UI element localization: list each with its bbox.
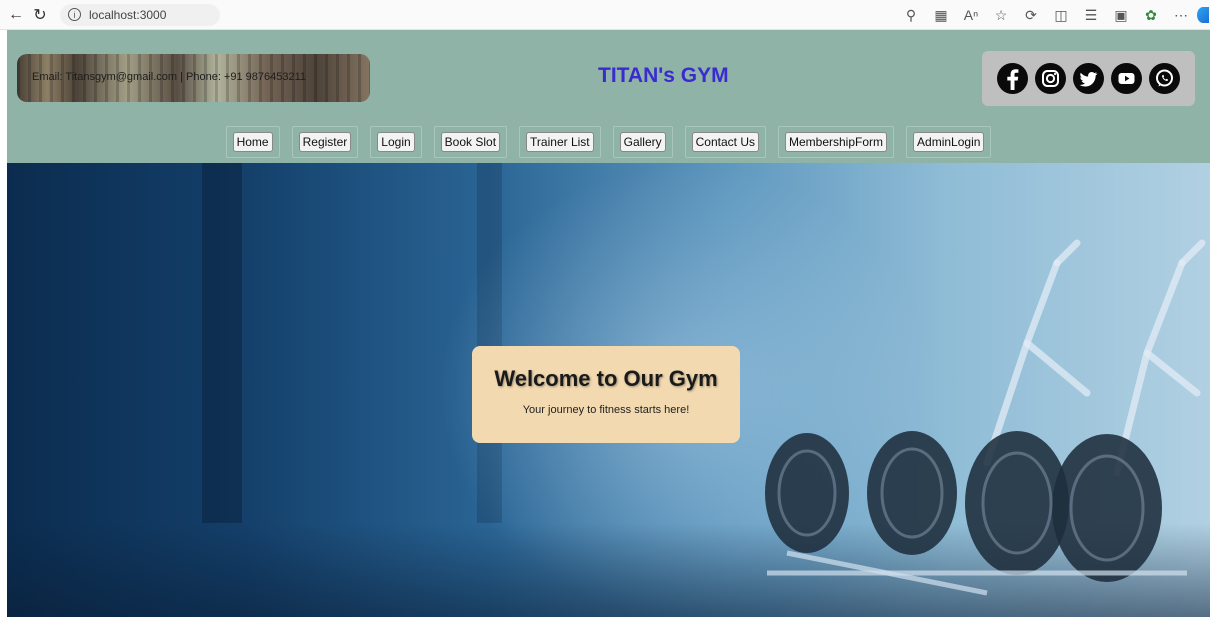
site-header: Email: Titansgym@gmail.com | Phone: +91 … [7, 30, 1210, 163]
main-navigation: Home Register Login Book Slot Trainer Li… [7, 126, 1210, 160]
info-icon[interactable]: i [68, 8, 81, 21]
hero-section: Welcome to Our Gym Your journey to fitne… [7, 163, 1210, 617]
url-text: localhost:3000 [89, 7, 167, 22]
nav-item-trainer-list[interactable]: Trainer List [519, 126, 601, 158]
whatsapp-icon[interactable] [1149, 63, 1180, 94]
welcome-subtitle: Your journey to fitness starts here! [522, 404, 690, 416]
collections-icon[interactable]: ▣ [1106, 0, 1136, 30]
nav-item-gallery[interactable]: Gallery [612, 126, 673, 158]
apps-icon[interactable]: ▦ [926, 0, 956, 30]
nav-item-admin-login[interactable]: AdminLogin [906, 126, 992, 158]
nav-label[interactable]: AdminLogin [913, 132, 985, 152]
contact-info-text: Email: Titansgym@gmail.com | Phone: +91 … [32, 71, 307, 83]
nav-label[interactable]: Gallery [619, 132, 666, 152]
welcome-card: Welcome to Our Gym Your journey to fitne… [472, 346, 740, 443]
favorites-list-icon[interactable]: ☰ [1076, 0, 1106, 30]
nav-item-membership-form[interactable]: MembershipForm [778, 126, 895, 158]
facebook-icon[interactable] [997, 63, 1028, 94]
youtube-icon[interactable] [1111, 63, 1142, 94]
nav-label[interactable]: Register [298, 132, 352, 152]
nav-label[interactable]: Contact Us [691, 132, 759, 152]
extension-icon[interactable]: ✿ [1136, 0, 1166, 30]
extensions-icon[interactable]: ⟳ [1016, 0, 1046, 30]
social-links [982, 51, 1195, 106]
back-arrow-icon[interactable]: ← [4, 3, 28, 27]
nav-label[interactable]: Book Slot [440, 132, 501, 152]
favorite-star-icon[interactable]: ☆ [986, 0, 1016, 30]
nav-label[interactable]: Trainer List [526, 132, 594, 152]
contact-banner: Email: Titansgym@gmail.com | Phone: +91 … [17, 54, 370, 102]
address-bar[interactable]: i localhost:3000 [60, 3, 220, 26]
twitter-icon[interactable] [1073, 63, 1104, 94]
gym-equipment-image [765, 239, 1206, 596]
more-menu-icon[interactable]: ⋯ [1166, 0, 1196, 30]
nav-item-home[interactable]: Home [225, 126, 280, 158]
nav-label[interactable]: Login [377, 132, 415, 152]
nav-item-register[interactable]: Register [291, 126, 359, 158]
site-title: TITAN's GYM [598, 64, 729, 87]
nav-label[interactable]: Home [232, 132, 273, 152]
nav-label[interactable]: MembershipForm [785, 132, 888, 152]
split-screen-icon[interactable]: ◫ [1046, 0, 1076, 30]
refresh-icon[interactable]: ↻ [28, 3, 52, 27]
browser-toolbar: ← ↻ i localhost:3000 ⚲ ▦ Aⁿ ☆ ⟳ ◫ ☰ ▣ ✿ … [0, 0, 1210, 30]
nav-item-contact-us[interactable]: Contact Us [684, 126, 766, 158]
browser-tools: ⚲ ▦ Aⁿ ☆ ⟳ ◫ ☰ ▣ ✿ ⋯ [896, 0, 1210, 30]
instagram-icon[interactable] [1035, 63, 1066, 94]
welcome-title: Welcome to Our Gym [494, 366, 718, 391]
edge-copilot-icon[interactable] [1196, 0, 1210, 30]
nav-item-login[interactable]: Login [370, 126, 422, 158]
read-aloud-icon[interactable]: Aⁿ [956, 0, 986, 30]
nav-item-book-slot[interactable]: Book Slot [433, 126, 508, 158]
background-pillar [202, 163, 242, 523]
key-icon[interactable]: ⚲ [896, 0, 926, 30]
